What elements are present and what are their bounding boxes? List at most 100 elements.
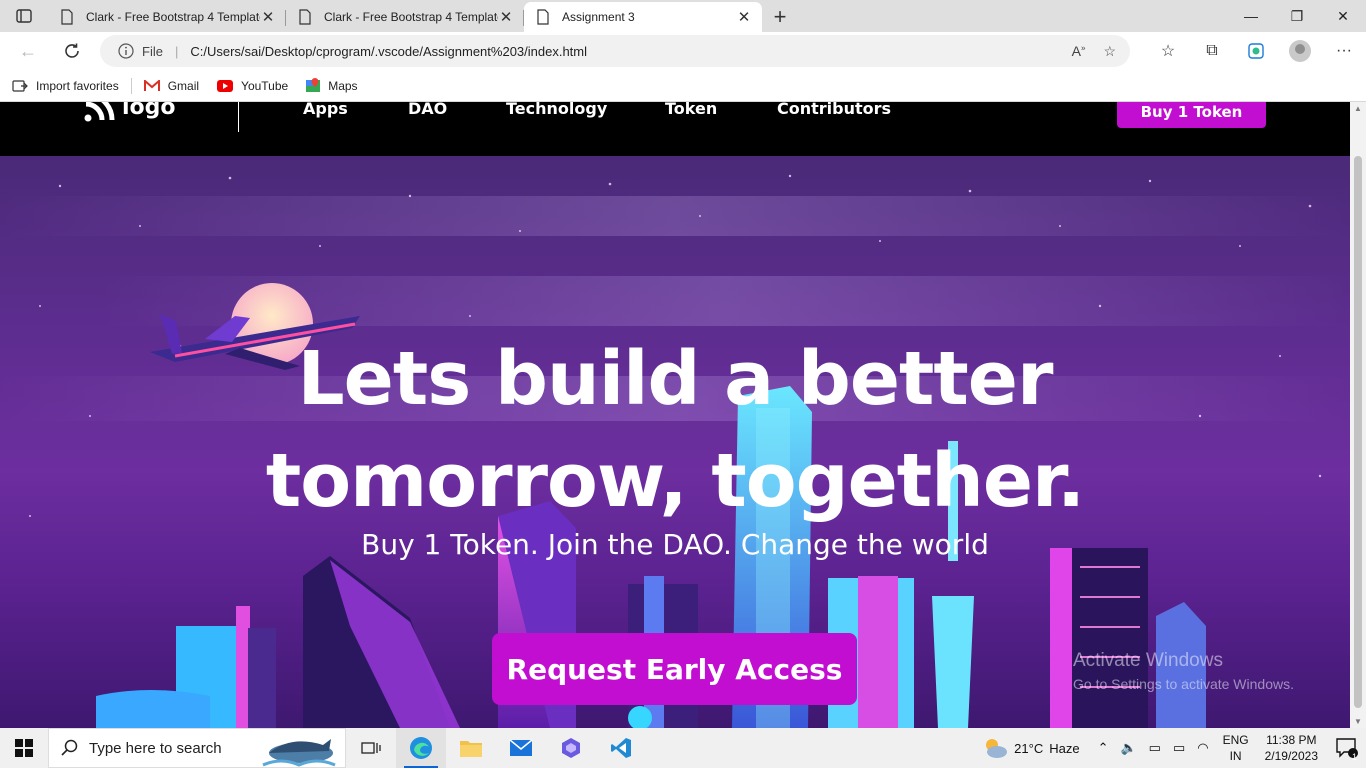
maps-icon [306,77,321,94]
tray-icons: ⌃ 🔈 ▭ ▭ ◠ [1098,740,1209,756]
weather-widget[interactable]: 21°C Haze [982,737,1080,759]
address-bar[interactable]: File | C:/Users/sai/Desktop/cprogram/.vs… [100,35,1130,67]
meet-now-icon[interactable]: ▭ [1149,740,1161,756]
refresh-icon [65,43,79,58]
logo-icon [84,102,115,122]
page-scrollbar[interactable]: ▲ ▼ [1350,102,1366,728]
lang-region: IN [1229,749,1242,763]
url-text[interactable]: C:/Users/sai/Desktop/cprogram/.vscode/As… [190,44,1071,59]
add-favorite-icon[interactable]: ☆ [1103,43,1116,60]
site-navbar: logo Apps DAO Technology Token Contribut… [0,102,1350,156]
minimize-icon[interactable]: — [1228,0,1274,32]
nav-link-contributors[interactable]: Contributors [777,102,891,118]
site-logo[interactable]: logo [82,102,176,124]
request-access-button[interactable]: Request Early Access [492,633,857,705]
tab-title: Assignment 3 [562,10,635,24]
wifi-icon[interactable]: ◠ [1197,740,1208,756]
search-highlight-image [262,739,336,767]
browser-tab[interactable]: Clark - Free Bootstrap 4 Template ✕ [48,2,286,32]
battery-icon[interactable]: ▭ [1173,740,1185,756]
favorite-label: Maps [328,78,358,93]
browser-tab-bar: Clark - Free Bootstrap 4 Template ✕ Clar… [0,0,1366,32]
new-tab-button[interactable]: + [762,2,798,32]
refresh-button[interactable] [52,32,92,70]
taskbar-vscode[interactable] [596,728,646,768]
volume-icon[interactable]: 🔈 [1120,740,1136,756]
browser-tab-active[interactable]: Assignment 3 ✕ [524,2,762,32]
tab-close-icon[interactable]: ✕ [736,8,752,26]
favorite-gmail[interactable]: Gmail [143,78,200,93]
scroll-up-icon[interactable]: ▲ [1354,104,1362,113]
folder-icon [460,741,482,757]
taskbar-search[interactable]: Type here to search [48,728,346,768]
nav-link-technology[interactable]: Technology [506,102,607,118]
close-window-icon[interactable]: ✕ [1320,0,1366,32]
nav-link-dao[interactable]: DAO [408,102,447,118]
favorite-import[interactable]: Import favorites [12,79,119,93]
tab-title: Clark - Free Bootstrap 4 Template [86,10,260,24]
page-viewport: logo Apps DAO Technology Token Contribut… [0,102,1366,728]
browser-toolbar: ☆ ⧉ ··· [1146,32,1366,70]
taskbar-mail[interactable] [496,728,546,768]
nav-link-apps[interactable]: Apps [303,102,348,118]
logo-text: logo [122,102,176,120]
buy-token-button[interactable]: Buy 1 Token [1117,102,1266,128]
chevron-up-icon[interactable]: ⌃ [1098,740,1109,756]
hero-section: Lets build a better tomorrow, together. … [0,156,1350,728]
page-icon [61,9,73,25]
favorite-youtube[interactable]: YouTube [217,79,288,93]
scroll-thumb[interactable] [1354,156,1362,708]
favorite-label: Import favorites [36,78,119,93]
favorites-icon[interactable]: ☆ [1146,32,1190,70]
profile-avatar[interactable] [1289,40,1311,62]
input-language[interactable]: ENG IN [1223,732,1249,764]
tab-title: Clark - Free Bootstrap 4 Template [324,10,498,24]
clock-date: 2/19/2023 [1264,749,1318,763]
system-tray: 21°C Haze ⌃ 🔈 ▭ ▭ ◠ ENG IN 11:38 PM 2/19… [982,728,1366,768]
edge-browser-icon [410,737,432,759]
search-icon [61,739,78,756]
lang-code: ENG [1222,733,1249,747]
tab-actions-button[interactable] [0,0,48,32]
tab-actions-icon [16,9,32,23]
tab-close-icon[interactable]: ✕ [260,8,276,26]
favorite-maps[interactable]: Maps [306,77,358,94]
address-toolbar: ← File | C:/Users/sai/Desktop/cprogram/.… [0,32,1366,70]
tab-close-icon[interactable]: ✕ [498,8,514,26]
restore-icon[interactable]: ❐ [1274,0,1320,32]
start-button[interactable] [0,728,48,768]
more-menu-icon[interactable]: ··· [1322,32,1366,70]
read-aloud-icon[interactable]: A» [1072,43,1086,59]
watermark-title: Activate Windows [1073,650,1223,671]
notification-count: 1 [1351,752,1357,762]
scheme-label: File [142,43,163,59]
power-automate-icon [562,738,580,758]
info-icon[interactable] [118,43,134,59]
clock[interactable]: 11:38 PM 2/19/2023 [1265,732,1318,764]
mail-icon [509,739,533,756]
scroll-down-icon[interactable]: ▼ [1354,717,1362,726]
page-icon [299,9,311,25]
favorite-label: Gmail [167,78,200,93]
taskbar-file-explorer[interactable] [446,728,496,768]
hero-title-line2: tomorrow, together. [265,438,1085,524]
browser-tab[interactable]: Clark - Free Bootstrap 4 Template ✕ [286,2,524,32]
nav-divider [238,102,239,132]
back-button[interactable]: ← [8,32,48,70]
import-icon [12,79,28,93]
vscode-icon [611,738,631,758]
edge-icon [1248,43,1264,59]
collections-icon[interactable]: ⧉ [1190,32,1234,70]
page-icon [537,9,549,25]
nav-link-token[interactable]: Token [665,102,717,118]
taskbar-power-automate[interactable] [546,728,596,768]
edge-extension-icon[interactable] [1234,32,1278,70]
hero-title-line1: Lets build a better [297,336,1054,422]
taskbar-edge[interactable] [396,728,446,768]
notification-center[interactable]: 1 [1332,738,1362,762]
hero-subtitle: Buy 1 Token. Join the DAO. Change the wo… [361,528,989,561]
task-view-button[interactable] [346,728,396,768]
favorites-divider [130,77,132,94]
clock-time: 11:38 PM [1266,733,1317,747]
favorite-label: YouTube [241,78,289,93]
